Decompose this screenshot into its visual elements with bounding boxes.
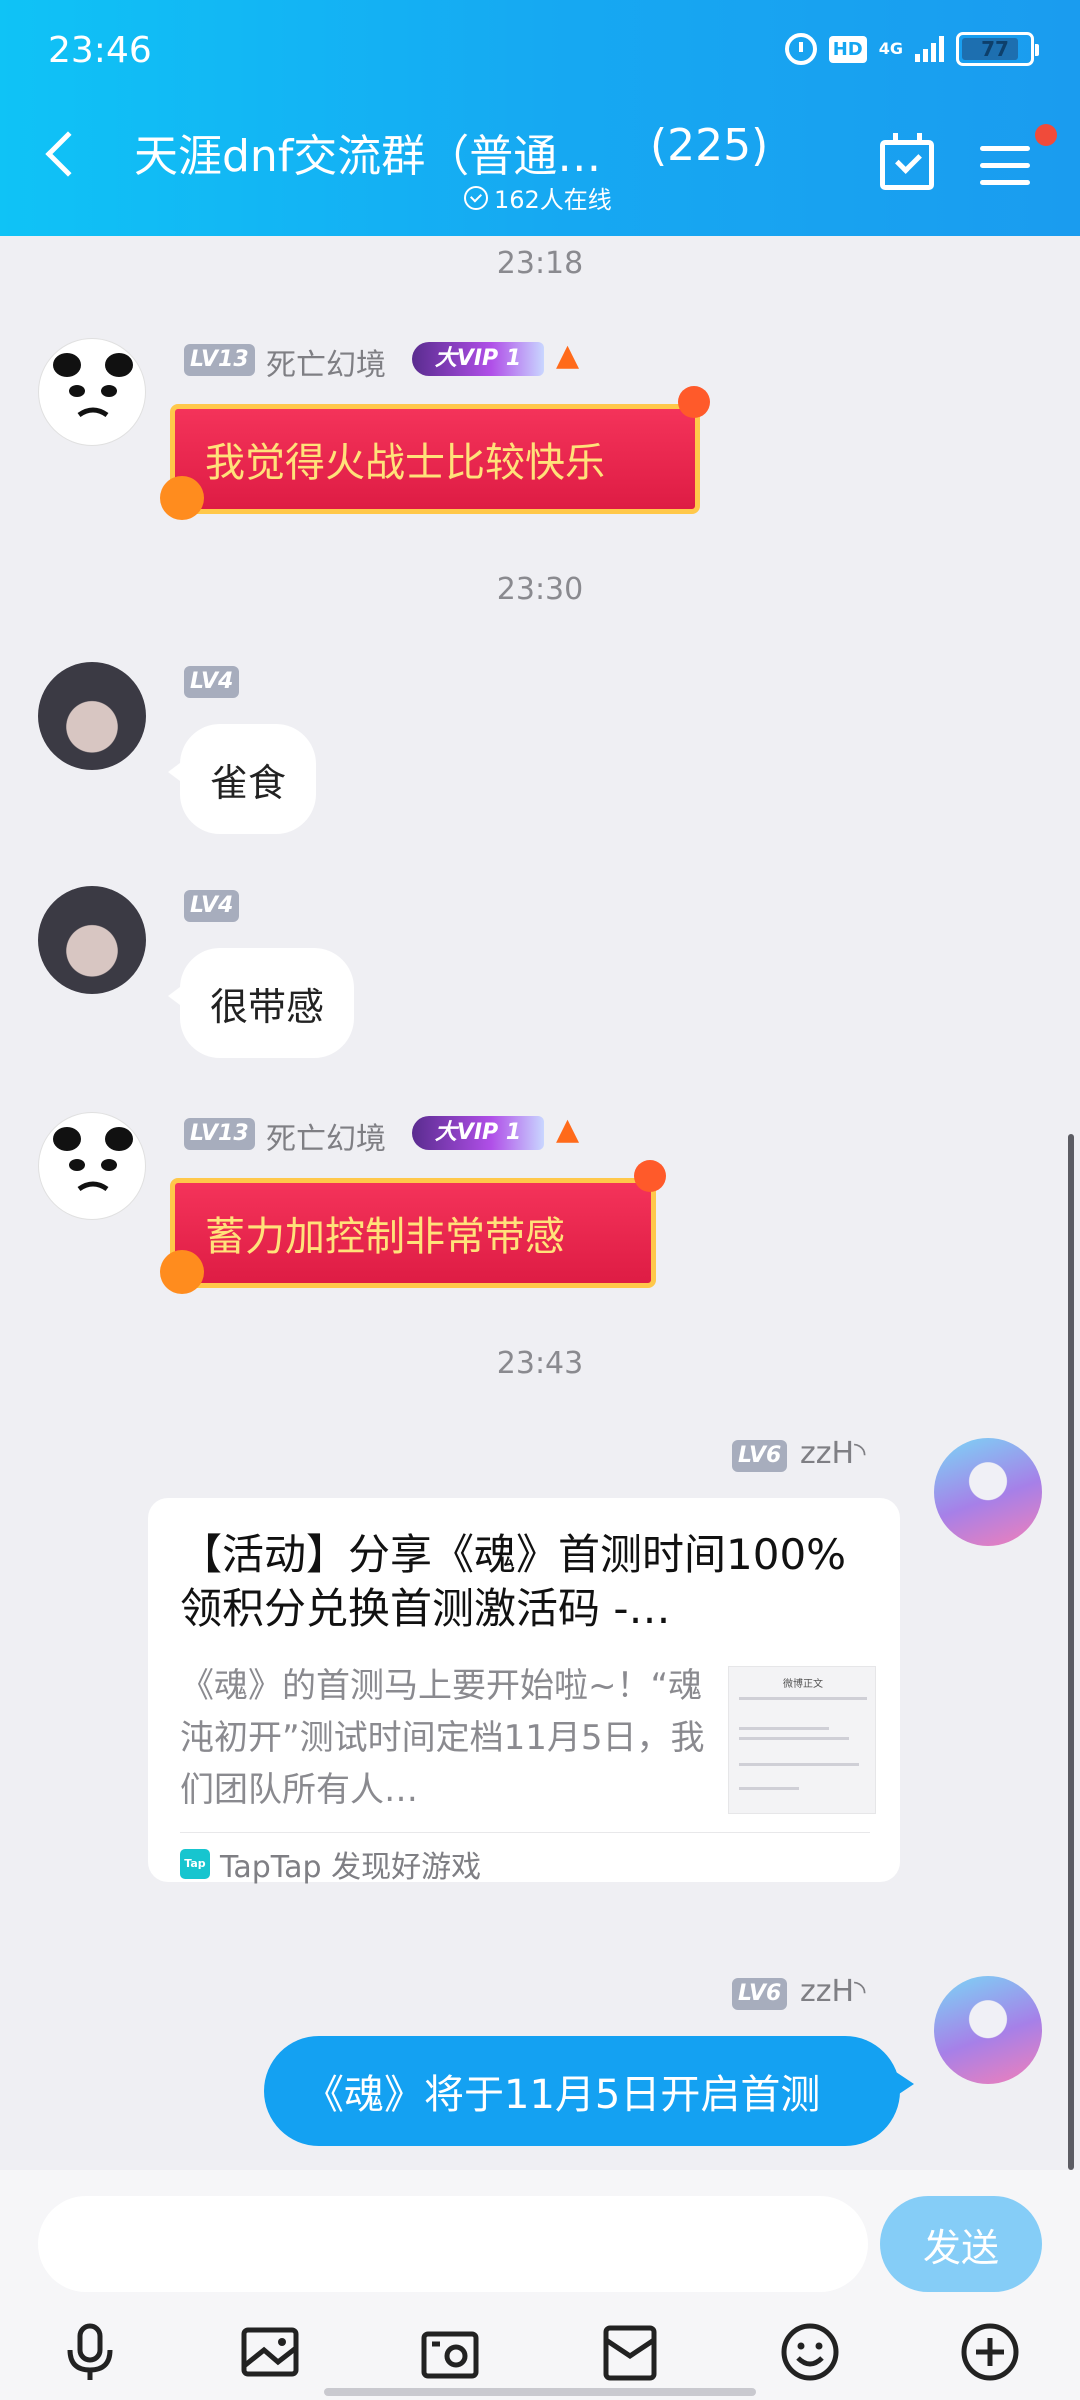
battery-level: 77 — [981, 37, 1009, 61]
share-source: Tap TapTap 发现好游戏 — [180, 1842, 481, 1886]
thumbnail-title: 微博正文 — [783, 1679, 823, 1690]
camera-icon[interactable] — [418, 2320, 482, 2384]
battery-icon: 77 — [956, 32, 1039, 66]
message-bubble[interactable]: 雀食 — [167, 724, 317, 834]
share-description: 《魂》的首测马上要开始啦~！“魂沌初开”测试时间定档11月5日，我们团队所有人… — [180, 1666, 705, 1810]
message-bubble[interactable]: 我觉得火战士比较快乐 — [170, 404, 700, 514]
back-button[interactable] — [30, 120, 110, 210]
input-bar: 发送 — [0, 2170, 1080, 2400]
network-label: 4G — [878, 39, 903, 58]
message-bubble[interactable]: 很带感 — [167, 948, 355, 1058]
chevron-left-icon — [45, 131, 91, 177]
my-message-bubble[interactable]: 《魂》将于11月5日开启首测 — [264, 2036, 914, 2146]
status-icons: HD 4G 77 — [784, 32, 1039, 66]
source-name: TapTap 发现好游戏 — [220, 1850, 482, 1885]
avatar[interactable] — [38, 662, 146, 770]
signal-icon — [915, 36, 944, 62]
hd-icon: HD — [828, 35, 867, 63]
folder-icon[interactable] — [598, 2320, 662, 2384]
send-button[interactable]: 发送 — [880, 2196, 1042, 2292]
vip-badge: 大VIP 1 — [412, 1116, 544, 1150]
level-badge: LV13 — [184, 344, 255, 376]
level-badge: LV6 — [732, 1440, 788, 1472]
message-text: 很带感 — [210, 984, 325, 1029]
menu-icon[interactable] — [980, 146, 1030, 186]
avatar[interactable] — [38, 1112, 146, 1220]
chat-area[interactable]: 23:18 LV13 死亡幻境 大VIP 1 ▲ 我觉得火战士比较快乐 23:3… — [0, 236, 1080, 2170]
sender-name[interactable]: 死亡幻境 — [266, 1114, 386, 1158]
sender-name[interactable]: 死亡幻境 — [266, 340, 386, 384]
sender-name[interactable]: zzH◝ — [800, 1436, 866, 1471]
message-text: 我觉得火战士比较快乐 — [205, 440, 605, 486]
level-badge: LV6 — [732, 1978, 788, 2010]
mic-icon[interactable] — [58, 2320, 122, 2384]
message-text: 雀食 — [210, 760, 287, 805]
ornament-icon — [160, 476, 204, 520]
share-thumbnail: 微博正文 — [728, 1666, 876, 1814]
level-badge: LV13 — [184, 1118, 255, 1150]
online-count: 162人在线 — [494, 186, 612, 214]
message-text: 蓄力加控制非常带感 — [205, 1214, 565, 1260]
vip-badge: 大VIP 1 — [412, 342, 544, 376]
level-badge: LV4 — [184, 666, 240, 698]
divider — [180, 1832, 870, 1833]
timestamp: 23:30 — [496, 572, 584, 607]
level-badge: LV4 — [184, 890, 240, 922]
plus-icon[interactable] — [958, 2320, 1022, 2384]
message-bubble[interactable]: 蓄力加控制非常带感 — [170, 1178, 656, 1288]
alarm-icon — [784, 33, 817, 65]
timestamp: 23:18 — [496, 246, 584, 281]
share-card[interactable]: 【活动】分享《魂》首测时间100%领积分兑换首测激活码 -… 《魂》的首测马上要… — [148, 1498, 900, 1885]
status-time: 23:46 — [48, 30, 152, 71]
calendar-check-icon[interactable] — [880, 133, 934, 190]
lantern-icon — [678, 386, 710, 418]
message-input[interactable] — [38, 2196, 868, 2292]
taptap-logo-icon: Tap — [180, 1849, 210, 1879]
image-icon[interactable] — [238, 2320, 302, 2384]
fire-icon: ▲ — [556, 1112, 580, 1147]
online-status: 162人在线 — [464, 180, 612, 215]
check-circle-icon — [464, 185, 488, 210]
share-title: 【活动】分享《魂》首测时间100%领积分兑换首测激活码 -… — [180, 1530, 847, 1633]
scrollbar[interactable] — [1068, 1134, 1074, 2170]
group-title[interactable]: 天涯dnf交流群（普通… — [134, 120, 601, 184]
avatar[interactable] — [934, 1976, 1042, 2084]
sender-name[interactable]: zzH◝ — [800, 1974, 866, 2009]
home-indicator[interactable] — [324, 2388, 756, 2396]
lantern-icon — [634, 1160, 666, 1192]
message-text: 《魂》将于11月5日开启首测 — [304, 2072, 821, 2118]
ornament-icon — [160, 1250, 204, 1294]
emoji-icon[interactable] — [778, 2320, 842, 2384]
fire-icon: ▲ — [556, 338, 580, 373]
chat-header: 23:46 HD 4G 77 天涯dnf交流群（普通… (225) 162人在线 — [0, 0, 1080, 236]
avatar[interactable] — [38, 886, 146, 994]
timestamp: 23:43 — [496, 1346, 584, 1381]
avatar[interactable] — [934, 1438, 1042, 1546]
member-count: (225) — [650, 120, 769, 171]
avatar[interactable] — [38, 338, 146, 446]
notification-dot — [1035, 124, 1057, 146]
